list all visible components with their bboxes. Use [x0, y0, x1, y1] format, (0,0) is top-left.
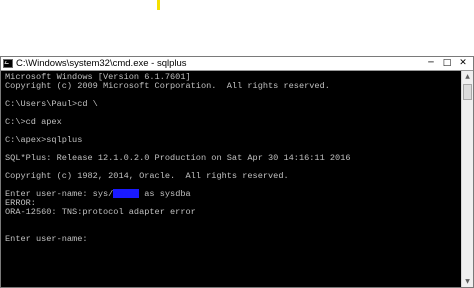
console-line: Enter user-name: — [5, 234, 88, 244]
console-output[interactable]: Microsoft Windows [Version 6.1.7601] Cop… — [3, 72, 458, 287]
window-controls: ─ □ ✕ — [423, 57, 471, 70]
minimize-button[interactable]: ─ — [423, 57, 439, 70]
scroll-up-arrow-icon[interactable]: ▲ — [462, 71, 473, 82]
maximize-button[interactable]: □ — [439, 57, 455, 70]
yellow-marker — [157, 0, 160, 10]
console-line: ORA-12560: TNS:protocol adapter error — [5, 207, 196, 217]
console-line: C:\apex>sqlplus — [5, 135, 83, 145]
cmd-icon[interactable] — [3, 59, 13, 68]
console-line: C:\Users\Paul>cd \ — [5, 99, 98, 109]
scroll-down-arrow-icon[interactable]: ▼ — [462, 276, 473, 287]
console-line: SQL*Plus: Release 12.1.0.2.0 Production … — [5, 153, 351, 163]
vertical-scrollbar[interactable]: ▲ ▼ — [461, 71, 473, 287]
cmd-window[interactable]: C:\Windows\system32\cmd.exe - sqlplus ─ … — [0, 56, 474, 288]
login-suffix: as sysdba — [139, 189, 191, 199]
redacted-password: xxxxx — [113, 189, 140, 199]
scroll-thumb[interactable] — [463, 84, 472, 100]
close-button[interactable]: ✕ — [455, 57, 471, 70]
console-line: C:\>cd apex — [5, 117, 62, 127]
console-line: Copyright (c) 2009 Microsoft Corporation… — [5, 81, 330, 91]
console-line: Copyright (c) 1982, 2014, Oracle. All ri… — [5, 171, 289, 181]
window-title: C:\Windows\system32\cmd.exe - sqlplus — [16, 58, 187, 69]
title-bar[interactable]: C:\Windows\system32\cmd.exe - sqlplus ─ … — [1, 57, 473, 71]
